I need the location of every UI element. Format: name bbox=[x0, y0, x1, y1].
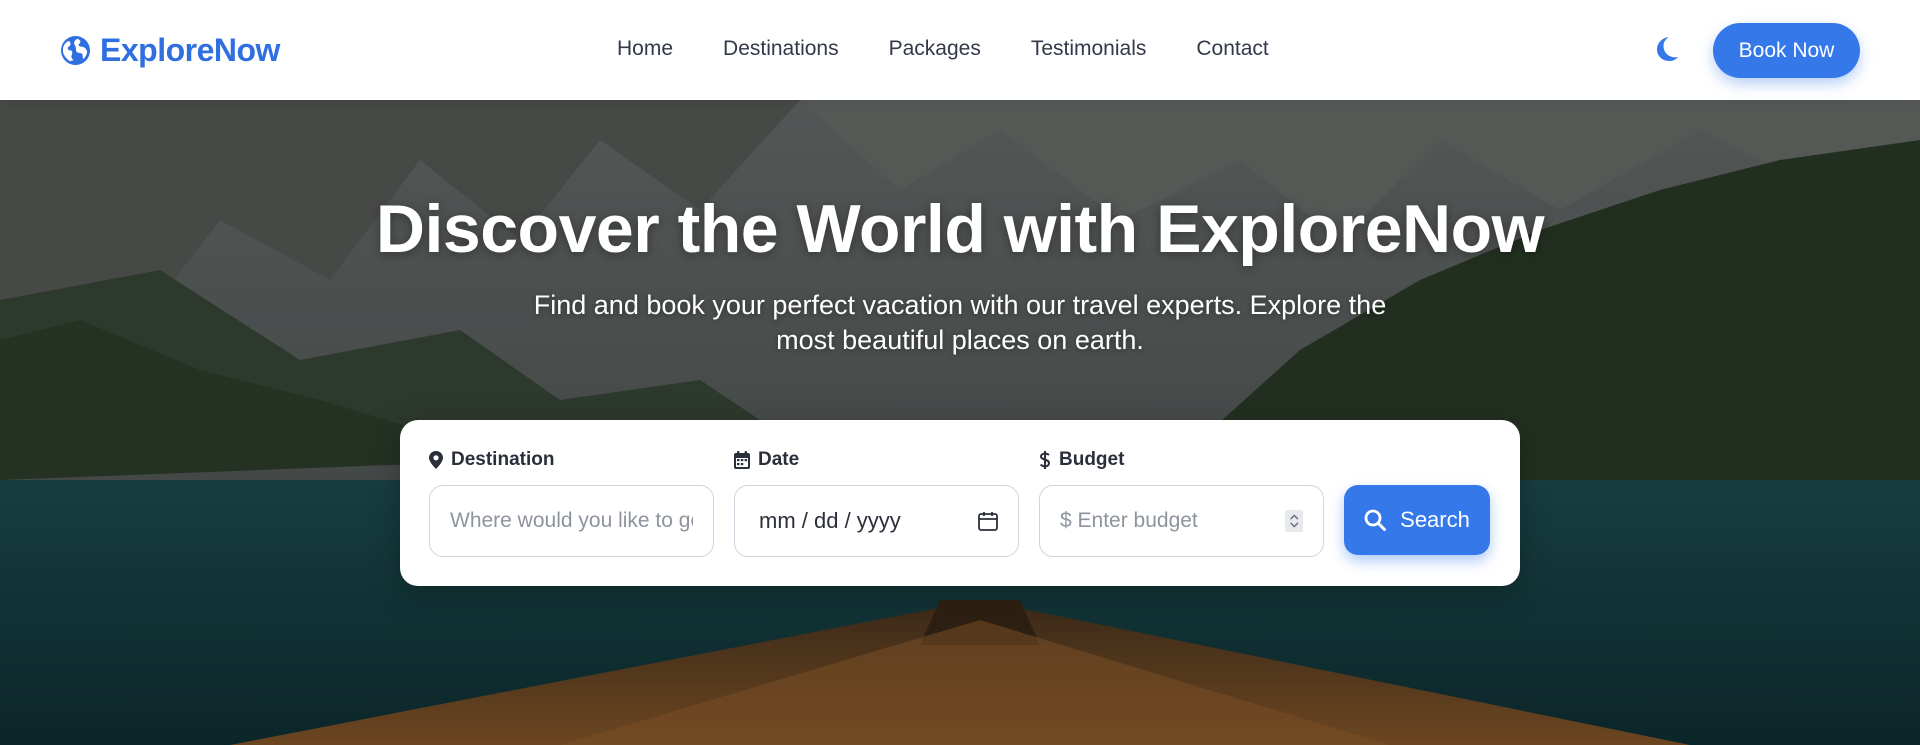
destination-input[interactable] bbox=[450, 509, 693, 533]
nav-contact-link[interactable]: Contact bbox=[1196, 36, 1268, 62]
hero-title: Discover the World with ExploreNow bbox=[375, 191, 1545, 267]
site-header: ExploreNow Home Destinations Packages Te… bbox=[0, 0, 1920, 100]
globe-icon bbox=[60, 35, 91, 66]
number-spinner-icon[interactable] bbox=[1284, 509, 1303, 533]
book-now-button[interactable]: Book Now bbox=[1713, 23, 1860, 78]
brand-logo-link[interactable]: ExploreNow bbox=[60, 32, 280, 69]
destination-label-text: Destination bbox=[451, 449, 555, 470]
hero-subtitle: Find and book your perfect vacation with… bbox=[533, 290, 1387, 355]
budget-label: Budget bbox=[1039, 448, 1324, 472]
dollar-icon bbox=[1039, 451, 1051, 469]
search-icon bbox=[1364, 509, 1387, 531]
nav-testimonials-link[interactable]: Testimonials bbox=[1031, 36, 1147, 62]
calendar-picker-icon[interactable] bbox=[978, 511, 998, 531]
date-field-group: Date mm / dd / yyyy bbox=[734, 448, 1019, 557]
date-label: Date bbox=[734, 448, 1019, 472]
date-label-text: Date bbox=[758, 449, 800, 470]
hero-section: Discover the World with ExploreNow Find … bbox=[0, 100, 1920, 745]
budget-label-text: Budget bbox=[1059, 449, 1125, 470]
map-pin-icon bbox=[429, 451, 443, 469]
nav-destinations-link[interactable]: Destinations bbox=[723, 36, 839, 62]
destination-box bbox=[429, 485, 714, 557]
budget-input[interactable] bbox=[1060, 509, 1285, 533]
moon-icon[interactable] bbox=[1651, 34, 1681, 64]
budget-field-group: Budget bbox=[1039, 448, 1324, 557]
nav-home-link[interactable]: Home bbox=[617, 36, 673, 62]
nav-packages-link[interactable]: Packages bbox=[889, 36, 981, 62]
search-button-label: Search bbox=[1400, 507, 1470, 532]
date-value: mm / dd / yyyy bbox=[759, 508, 901, 533]
search-button[interactable]: Search bbox=[1344, 485, 1490, 555]
destination-field-group: Destination bbox=[429, 448, 714, 557]
date-input[interactable]: mm / dd / yyyy bbox=[734, 485, 1019, 557]
brand-name: ExploreNow bbox=[100, 32, 280, 68]
destination-label: Destination bbox=[429, 448, 714, 472]
search-form: Destination Date bbox=[400, 420, 1520, 586]
main-nav: Home Destinations Packages Testimonials … bbox=[617, 36, 1269, 62]
calendar-icon bbox=[734, 451, 750, 469]
budget-box bbox=[1039, 485, 1324, 557]
